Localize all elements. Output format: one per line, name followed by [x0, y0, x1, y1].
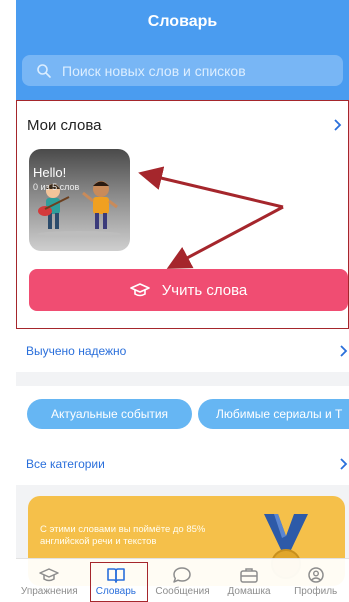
- search-placeholder: Поиск новых слов и списков: [62, 62, 246, 79]
- chat-bubble-icon: [173, 567, 192, 583]
- user-circle-icon: [307, 567, 324, 583]
- tab-messages[interactable]: Сообщения: [149, 559, 216, 602]
- tab-label: Домашка: [227, 586, 271, 597]
- chip-current-events[interactable]: Актуальные события: [27, 399, 192, 429]
- all-categories-row[interactable]: Все категории: [16, 443, 349, 485]
- tab-label: Сообщения: [155, 586, 210, 597]
- dictionary-tab-highlight: [90, 562, 148, 602]
- section-divider: [16, 372, 349, 386]
- tab-label: Профиль: [294, 586, 338, 597]
- chevron-right-icon[interactable]: [331, 119, 343, 131]
- all-categories-label: Все категории: [26, 457, 105, 471]
- learn-words-button[interactable]: Учить слова: [29, 269, 348, 311]
- graduation-cap-icon: [39, 568, 60, 582]
- my-words-title: Мои слова: [27, 117, 102, 134]
- chevron-right-icon[interactable]: [337, 458, 349, 470]
- chevron-right-icon[interactable]: [337, 345, 349, 357]
- tab-label: Упражнения: [20, 586, 78, 597]
- learn-words-label: Учить слова: [161, 281, 248, 299]
- card-title: Hello!: [33, 165, 67, 180]
- graduation-cap-icon: [129, 283, 150, 297]
- banner-text: С этими словами вы поймёте до 85% англий…: [40, 524, 206, 547]
- search-icon: [37, 63, 51, 78]
- learned-reliably-row[interactable]: Выучено надежно: [16, 330, 349, 372]
- header: Словарь Поиск новых слов и списков: [16, 0, 349, 100]
- chip-favorite-series[interactable]: Любимые сериалы и Т: [198, 399, 349, 429]
- chip-label: Любимые сериалы и Т: [216, 407, 343, 421]
- briefcase-icon: [240, 568, 258, 583]
- word-list-card[interactable]: Hello! 0 из 5 слов: [29, 149, 130, 251]
- search-input[interactable]: Поиск новых слов и списков: [22, 55, 343, 86]
- learned-reliably-label: Выучено надежно: [26, 344, 127, 358]
- card-word-count: 0 из 5 слов: [33, 182, 80, 192]
- tab-homework[interactable]: Домашка: [216, 559, 283, 602]
- tab-profile[interactable]: Профиль: [282, 559, 349, 602]
- page-title: Словарь: [147, 13, 218, 30]
- my-words-section: Мои слова Hello! 0 из 5 слов Учить слова: [16, 100, 349, 329]
- bottom-tab-bar: Упражнения Словарь Сообщения Домашка Про…: [16, 558, 349, 602]
- chip-label: Актуальные события: [50, 407, 169, 421]
- tab-exercises[interactable]: Упражнения: [16, 559, 83, 602]
